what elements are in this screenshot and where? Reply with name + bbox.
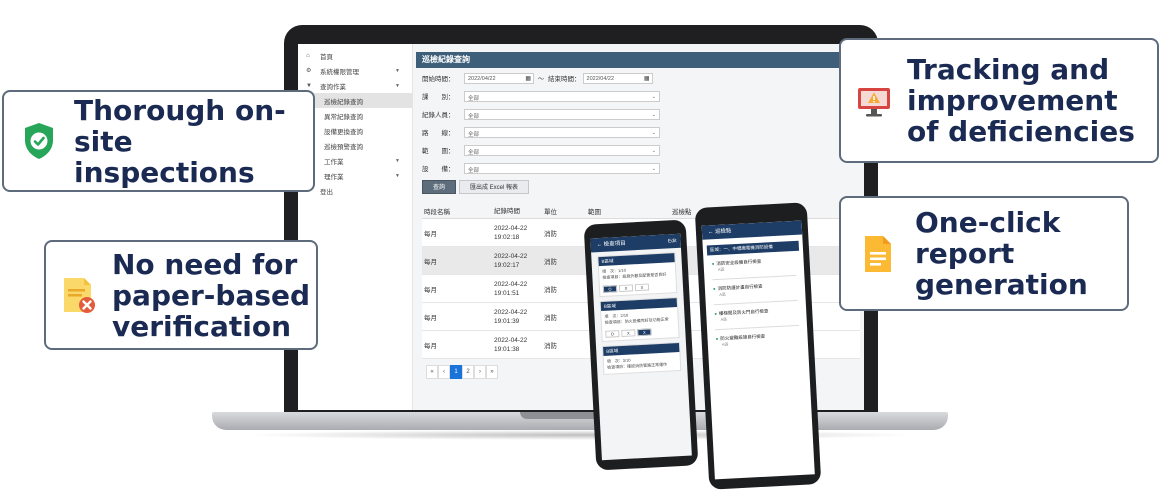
chevron-down-icon: ⌄: [651, 111, 656, 118]
filter-row-recorder: 紀錄人員： 全部 ⌄: [416, 106, 861, 122]
chevron-down-icon: ⌄: [651, 165, 656, 172]
status-dot-icon: ●: [714, 311, 718, 317]
calendar-icon[interactable]: ▦: [644, 75, 650, 82]
fail-button[interactable]: X: [618, 284, 634, 293]
sidebar-item-permissions[interactable]: ⚙ 系統權限管理 ▼: [298, 63, 412, 78]
gear-icon: ⚙: [306, 68, 312, 74]
scope-select[interactable]: 全部 ⌄: [464, 144, 660, 156]
inspection-card[interactable]: B區域 項 次：3/10 檢查項目：確認消防管路正常運作: [602, 341, 682, 376]
phone-inspection-items: ← 檢查項目 Edit B區域 項 次：1/10 檢查項目：設施外觀及配管是否良好 …: [583, 219, 699, 471]
edit-button[interactable]: Edit: [668, 238, 677, 244]
callout-tracking-deficiencies: Tracking and improvement of deficiencies: [839, 38, 1159, 163]
na-button[interactable]: X: [637, 328, 652, 337]
callout-text: Thorough on-site inspections: [74, 93, 286, 189]
list-item[interactable]: ● 消防安全設備自行檢查 A區: [712, 257, 797, 273]
query-button[interactable]: 查詢: [422, 180, 457, 194]
recorder-select[interactable]: 全部 ⌄: [464, 108, 660, 120]
sidebar-item-equipment-change[interactable]: 設備更換查詢: [298, 123, 412, 138]
chevron-down-icon: ⌄: [651, 93, 656, 100]
phone-inspection-points: ← 巡檢點 區域：一、中壢廠電機消防設備 ● 消防安全設備自行檢查 A區 ● 消防防護…: [694, 202, 822, 490]
phone-header: ← 檢查項目 Edit: [590, 233, 681, 253]
sidebar-item-manage[interactable]: 理作業 ▼: [298, 168, 412, 183]
filter-row-section: 課 別： 全部 ⌄: [416, 88, 861, 104]
sidebar-item-query[interactable]: ▼ 查詢作業 ▼: [298, 78, 412, 93]
start-date-input[interactable]: 2022/04/22 ▦: [464, 72, 534, 84]
last-page-button[interactable]: »: [486, 365, 498, 379]
no-paper-icon: [64, 278, 95, 313]
phone-screen: ← 巡檢點 區域：一、中壢廠電機消防設備 ● 消防安全設備自行檢查 A區 ● 消防防護…: [701, 220, 815, 480]
route-select[interactable]: 全部 ⌄: [464, 126, 660, 138]
pass-button[interactable]: O: [602, 285, 618, 293]
chevron-down-icon: ⌄: [651, 147, 656, 154]
na-button[interactable]: X: [634, 283, 650, 292]
first-page-button[interactable]: «: [426, 365, 438, 379]
list-item[interactable]: ● 防火避難設施自行檢查 A區: [715, 332, 800, 348]
chevron-down-icon: ▼: [395, 82, 400, 89]
sidebar-item-anomaly-records[interactable]: 異常紀錄查詢: [298, 108, 412, 123]
equipment-select[interactable]: 全部 ⌄: [464, 162, 660, 174]
sidebar-item-inspection-records[interactable]: 巡檢紀錄查詢: [298, 93, 412, 108]
area-header: 區域：一、中壢廠電機消防設備: [706, 240, 800, 256]
callout-one-click-report: One-click report generation: [839, 196, 1129, 311]
prev-page-button[interactable]: ‹: [438, 365, 450, 379]
next-page-button[interactable]: ›: [474, 365, 486, 379]
list-item[interactable]: ● 樓梯間及防火門自行檢查 A區: [714, 307, 799, 323]
status-dot-icon: ●: [712, 286, 716, 292]
filter-icon: ▼: [306, 82, 312, 89]
end-date-input[interactable]: 2022/04/22 ▦: [582, 72, 653, 84]
callout-text: One-click report generation: [915, 206, 1088, 301]
filter-row-scope: 範 圍： 全部 ⌄: [416, 142, 861, 158]
pass-button[interactable]: O: [605, 330, 620, 338]
filter-row-equipment: 設 備： 全部 ⌄: [416, 160, 861, 176]
status-dot-icon: ●: [711, 261, 715, 267]
date-range-row: 開始時間： 2022/04/22 ▦ ～ 結束時間： 2022/04/22 ▦: [416, 70, 861, 86]
callout-no-paper: No need for paper-based verification: [44, 240, 318, 350]
chevron-down-icon: ▼: [395, 157, 400, 164]
sidebar-item-home[interactable]: ⌂ 首頁: [298, 48, 412, 63]
sidebar-item-logout[interactable]: ➜登出: [298, 183, 412, 198]
page-title: 巡檢紀錄查詢: [416, 52, 861, 68]
phone-header: ← 巡檢點: [701, 220, 803, 240]
chevron-down-icon: ▼: [395, 67, 400, 74]
chevron-down-icon: ▼: [395, 172, 400, 179]
sidebar: ⌂ 首頁 ⚙ 系統權限管理 ▼ ▼ 查詢作業 ▼ 巡檢紀錄查詢 異常紀錄查詢 設備更換查詢…: [298, 44, 413, 410]
inspection-card[interactable]: B區域 項 次：2/10 檢查項目：防火設備完好及功能正常 OXX: [599, 297, 680, 343]
list-item[interactable]: ● 消防防護計畫自行檢查 A區: [713, 282, 798, 298]
home-icon: ⌂: [306, 52, 310, 59]
phone-screen: ← 檢查項目 Edit B區域 項 次：1/10 檢查項目：設施外觀及配管是否良好 …: [590, 233, 692, 461]
page-2-button[interactable]: 2: [462, 365, 474, 379]
sidebar-item-work[interactable]: 工作業 ▼: [298, 153, 412, 168]
calendar-icon[interactable]: ▦: [525, 75, 531, 82]
inspection-card[interactable]: B區域 項 次：1/10 檢查項目：設施外觀及配管是否良好 OXX: [597, 252, 678, 298]
report-document-icon: [865, 235, 891, 272]
alert-monitor-icon: [858, 87, 890, 116]
hero-stage: ⌂ 首頁 ⚙ 系統權限管理 ▼ ▼ 查詢作業 ▼ 巡檢紀錄查詢 異常紀錄查詢 設備更換查詢…: [0, 0, 1161, 496]
filter-row-route: 路 線： 全部 ⌄: [416, 124, 861, 140]
shield-check-icon: [25, 123, 53, 159]
export-excel-button[interactable]: 匯出成 Excel 報表: [459, 180, 530, 194]
callout-text: Tracking and improvement of deficiencies: [907, 53, 1135, 148]
page-1-button[interactable]: 1: [450, 365, 462, 379]
fail-button[interactable]: X: [621, 329, 636, 338]
result-buttons: OXX: [600, 280, 677, 296]
sidebar-item-inspection-alert[interactable]: 巡檢預警查詢: [298, 138, 412, 153]
callout-thorough-inspections: Thorough on-site inspections: [2, 90, 315, 192]
section-select[interactable]: 全部 ⌄: [464, 90, 660, 102]
status-dot-icon: ●: [715, 336, 719, 342]
result-buttons: OXX: [602, 325, 679, 341]
button-row: 查詢 匯出成 Excel 報表: [416, 180, 861, 194]
chevron-down-icon: ⌄: [651, 129, 656, 136]
callout-text: No need for paper-based verification: [112, 247, 311, 343]
